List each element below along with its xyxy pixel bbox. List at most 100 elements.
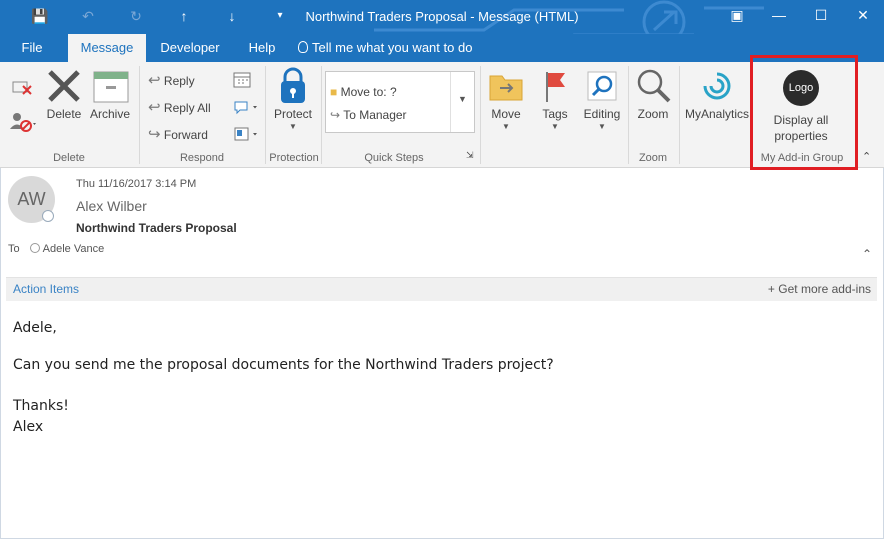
quick-steps-dialog-launcher[interactable]: ⇲: [466, 144, 474, 166]
group-separator: [679, 66, 680, 164]
body-signature: Alex: [13, 419, 44, 435]
quick-step-to-manager-label: To Manager: [343, 108, 407, 122]
ignore-button[interactable]: [10, 76, 34, 98]
to-row: To Adele Vance: [8, 243, 104, 255]
lightbulb-icon: [298, 41, 308, 53]
tell-me-label: Tell me what you want to do: [312, 40, 473, 55]
reply-all-button[interactable]: ↩ Reply All: [148, 97, 211, 119]
recipient-name[interactable]: Adele Vance: [43, 243, 105, 255]
myanalytics-label: MyAnalytics: [684, 107, 749, 121]
delete-button[interactable]: Delete: [44, 66, 84, 122]
chevron-down-icon: ▼: [458, 94, 467, 104]
addin-highlight-box: [750, 55, 858, 170]
reply-icon: ↩: [148, 72, 161, 89]
title-bar: 💾 ↶ ↻ ↑ ↓ ▾ Northwind Traders Proposal -…: [0, 0, 884, 57]
more-respond-button[interactable]: [232, 124, 260, 146]
zoom-button[interactable]: Zoom: [632, 66, 674, 122]
archive-button[interactable]: Archive: [88, 66, 132, 122]
quick-steps-more-button[interactable]: ▼: [450, 72, 474, 132]
addin-action-bar: Action Items + Get more add-ins: [6, 277, 877, 301]
body-line: Can you send me the proposal documents f…: [13, 357, 554, 373]
tab-help[interactable]: Help: [240, 34, 284, 62]
forward-button[interactable]: ↪ Forward: [148, 124, 208, 146]
collapse-ribbon-button[interactable]: ⌃: [862, 146, 871, 168]
collapse-header-button[interactable]: ⌃: [862, 247, 872, 261]
chevron-up-icon: ⌃: [862, 151, 872, 163]
forward-icon: ↪: [148, 126, 161, 143]
archive-label: Archive: [89, 107, 130, 121]
quick-steps-gallery: ■ Move to: ? ↪ To Manager ▼: [325, 71, 475, 133]
chevron-down-icon: ▼: [551, 122, 559, 131]
group-separator: [480, 66, 481, 164]
forward-label: Forward: [163, 128, 208, 142]
presence-indicator: [42, 210, 54, 222]
move-icon: [489, 75, 523, 101]
myanalytics-icon: [703, 72, 731, 100]
find-icon: [587, 71, 617, 101]
reply-with-im-icon: [234, 101, 257, 115]
zoom-label: Zoom: [637, 107, 669, 121]
window-controls: ▣ — ☐ ✕: [716, 0, 884, 30]
get-more-addins-link[interactable]: + Get more add-ins: [768, 282, 871, 296]
message-subject: Northwind Traders Proposal: [76, 221, 237, 235]
flag-icon: [546, 72, 565, 102]
editing-label: Editing: [583, 107, 621, 121]
protect-button[interactable]: Protect ▼: [270, 66, 316, 132]
plus-icon: +: [767, 282, 775, 296]
tell-me-search[interactable]: Tell me what you want to do: [298, 34, 472, 62]
action-items-link[interactable]: Action Items: [13, 282, 79, 296]
editing-button[interactable]: Editing ▼: [580, 66, 624, 132]
delete-label: Delete: [46, 107, 82, 121]
delete-group-label: Delete: [53, 152, 85, 164]
maximize-icon[interactable]: ☐: [800, 0, 842, 30]
reply-label: Reply: [163, 74, 195, 88]
quick-step-to-manager[interactable]: ↪ To Manager: [330, 105, 407, 125]
reply-all-label: Reply All: [163, 101, 211, 115]
quick-steps-group-label: Quick Steps: [364, 152, 424, 164]
reply-all-icon: ↩: [148, 99, 161, 116]
chevron-down-icon: ▼: [502, 122, 510, 131]
to-label: To: [8, 243, 20, 255]
calendar-icon: [233, 72, 251, 88]
group-separator: [628, 66, 629, 164]
move-button[interactable]: Move ▼: [486, 66, 526, 132]
im-button[interactable]: [232, 97, 260, 119]
chevron-down-icon: ▼: [289, 122, 297, 131]
more-respond-icon: [234, 127, 257, 141]
reply-button[interactable]: ↩ Reply: [148, 70, 195, 92]
tags-button[interactable]: Tags ▼: [535, 66, 575, 132]
move-label: Move: [491, 107, 521, 121]
zoom-icon: [637, 69, 671, 103]
chevron-down-icon: ▼: [598, 122, 606, 131]
presence-ring-icon: [29, 243, 40, 253]
get-more-addins-label: Get more add-ins: [778, 282, 871, 296]
archive-icon: [93, 71, 129, 103]
tab-file[interactable]: File: [8, 34, 56, 62]
body-greeting: Adele,: [13, 320, 57, 336]
folder-icon: ■: [330, 85, 338, 99]
tab-developer[interactable]: Developer: [154, 34, 226, 62]
quick-step-move-to[interactable]: ■ Move to: ?: [330, 82, 397, 102]
body-thanks: Thanks!: [13, 398, 69, 414]
tags-label: Tags: [542, 107, 568, 121]
tab-message[interactable]: Message: [68, 34, 146, 62]
group-separator: [139, 66, 140, 164]
minimize-icon[interactable]: —: [758, 0, 800, 30]
zoom-group-label: Zoom: [638, 152, 668, 164]
chevron-up-icon: ⌃: [862, 247, 873, 261]
protection-group-label: Protection: [269, 152, 319, 164]
window-border: [0, 168, 1, 539]
myanalytics-button[interactable]: MyAnalytics: [684, 66, 750, 122]
group-separator: [265, 66, 266, 164]
junk-button[interactable]: [8, 110, 38, 132]
meeting-button[interactable]: [232, 70, 252, 92]
ignore-icon: [12, 81, 32, 95]
sender-name[interactable]: Alex Wilber: [76, 198, 147, 214]
respond-group-label: Respond: [179, 152, 225, 164]
quick-step-move-to-label: Move to: ?: [340, 85, 397, 99]
protect-icon: [281, 67, 305, 103]
close-icon[interactable]: ✕: [842, 0, 884, 30]
message-date: Thu 11/16/2017 3:14 PM: [76, 178, 197, 190]
junk-icon: [10, 113, 36, 132]
ribbon-display-icon[interactable]: ▣: [716, 0, 758, 30]
